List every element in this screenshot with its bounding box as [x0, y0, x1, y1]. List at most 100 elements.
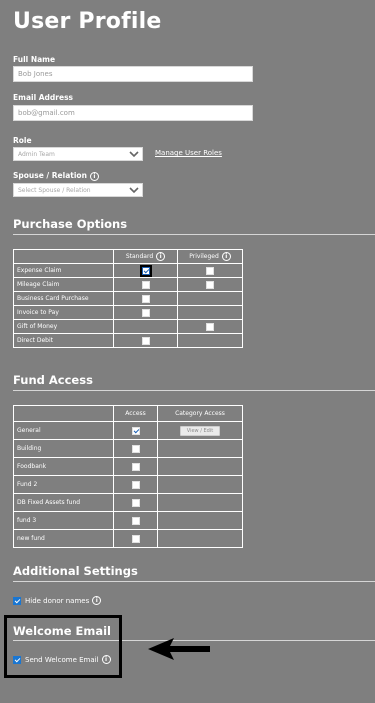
access-cell [113, 457, 158, 476]
info-icon[interactable]: i [92, 596, 102, 605]
access-checkbox[interactable] [131, 444, 140, 453]
access-cell [113, 511, 158, 530]
standard-cell [113, 263, 178, 278]
divider [13, 581, 375, 582]
row-label: Building [13, 439, 114, 458]
table-header-row: Access Category Access [13, 405, 243, 422]
table-row: Foodbank [13, 457, 243, 476]
access-checkbox[interactable] [131, 426, 140, 435]
spouse-label: Spouse / Relation i [13, 171, 99, 181]
spouse-placeholder: Select Spouse / Relation [18, 186, 91, 194]
privileged-checkbox[interactable] [206, 322, 214, 331]
access-checkbox[interactable] [131, 534, 140, 543]
view-edit-button[interactable]: View / Edit [179, 425, 221, 436]
standard-checkbox[interactable] [141, 280, 150, 289]
info-icon[interactable]: i [89, 171, 99, 181]
category-cell [157, 511, 243, 530]
table-row: General View / Edit [13, 421, 243, 440]
header-standard: Standard i [113, 249, 178, 264]
access-checkbox[interactable] [131, 498, 140, 507]
table-row: Invoice to Pay [13, 305, 243, 320]
row-label: Foodbank [13, 457, 114, 476]
header-privileged-text: Privileged [189, 253, 219, 260]
privileged-cell [177, 319, 243, 334]
row-label: General [13, 421, 114, 440]
privileged-cell [177, 305, 243, 320]
purchase-options-title: Purchase Options [13, 217, 128, 231]
spouse-select[interactable]: Select Spouse / Relation [13, 183, 143, 197]
additional-settings-title: Additional Settings [13, 564, 138, 578]
table-row: Fund 2 [13, 475, 243, 494]
manage-user-roles-link[interactable]: Manage User Roles [155, 149, 222, 157]
privileged-cell [177, 291, 243, 306]
row-label: Gift of Money [13, 319, 114, 334]
access-checkbox[interactable] [131, 480, 140, 489]
chevron-down-icon [129, 187, 139, 194]
access-cell [113, 421, 158, 440]
fund-access-title: Fund Access [13, 373, 93, 387]
standard-checkbox[interactable] [141, 336, 150, 345]
header-blank [13, 405, 114, 422]
privileged-cell [177, 263, 243, 278]
category-cell [157, 493, 243, 512]
divider [13, 234, 375, 235]
privileged-checkbox[interactable] [206, 280, 214, 289]
row-label: Business Card Purchase [13, 291, 114, 306]
category-cell [157, 439, 243, 458]
access-checkbox[interactable] [131, 462, 140, 471]
table-row: Direct Debit [13, 333, 243, 348]
privileged-cell [177, 333, 243, 348]
email-label: Email Address [13, 93, 74, 102]
privileged-cell [177, 277, 243, 292]
role-selected-value: Admin Team [18, 150, 55, 158]
hide-donor-names-checkbox[interactable] [13, 596, 21, 605]
privileged-checkbox[interactable] [206, 266, 214, 275]
page-title: User Profile [13, 9, 162, 34]
header-access: Access [113, 405, 158, 422]
standard-checkbox[interactable] [141, 308, 150, 317]
full-name-input[interactable]: Bob Jones [13, 66, 253, 82]
header-category-access: Category Access [157, 405, 243, 422]
standard-cell [113, 333, 178, 348]
table-row: DB Fixed Assets fund [13, 493, 243, 512]
row-label: new fund [13, 529, 114, 548]
full-name-label: Full Name [13, 55, 56, 64]
spouse-label-text: Spouse / Relation [13, 171, 87, 180]
row-label: Direct Debit [13, 333, 114, 348]
standard-cell [113, 291, 178, 306]
table-row: Mileage Claim [13, 277, 243, 292]
access-checkbox[interactable] [131, 516, 140, 525]
category-cell [157, 457, 243, 476]
table-row: new fund [13, 529, 243, 548]
arrow-left-icon [148, 638, 210, 660]
divider [13, 390, 375, 391]
email-input[interactable]: bob@gmail.com [13, 105, 253, 121]
standard-checkbox[interactable] [141, 294, 150, 303]
table-row: Business Card Purchase [13, 291, 243, 306]
standard-cell [113, 277, 178, 292]
hide-donor-names-row: Hide donor names i [13, 596, 102, 605]
table-row: fund 3 [13, 511, 243, 530]
row-label: Invoice to Pay [13, 305, 114, 320]
header-standard-text: Standard [125, 253, 154, 260]
standard-cell [113, 319, 178, 334]
row-label: Mileage Claim [13, 277, 114, 292]
header-privileged: Privileged i [177, 249, 243, 264]
role-select[interactable]: Admin Team [13, 147, 143, 161]
purchase-options-table: Standard i Privileged i Expense Claim Mile… [13, 249, 243, 348]
table-row: Gift of Money [13, 319, 243, 334]
row-label: Fund 2 [13, 475, 114, 494]
hide-donor-names-label: Hide donor names [25, 596, 90, 605]
row-label: fund 3 [13, 511, 114, 530]
category-cell: View / Edit [157, 421, 243, 440]
info-icon[interactable]: i [221, 252, 231, 261]
row-label: DB Fixed Assets fund [13, 493, 114, 512]
access-cell [113, 529, 158, 548]
row-label: Expense Claim [13, 263, 114, 278]
standard-checkbox[interactable] [139, 264, 152, 277]
header-blank [13, 249, 114, 264]
info-icon[interactable]: i [156, 252, 166, 261]
category-cell [157, 529, 243, 548]
standard-cell [113, 305, 178, 320]
annotation-highlight-box [4, 615, 122, 678]
